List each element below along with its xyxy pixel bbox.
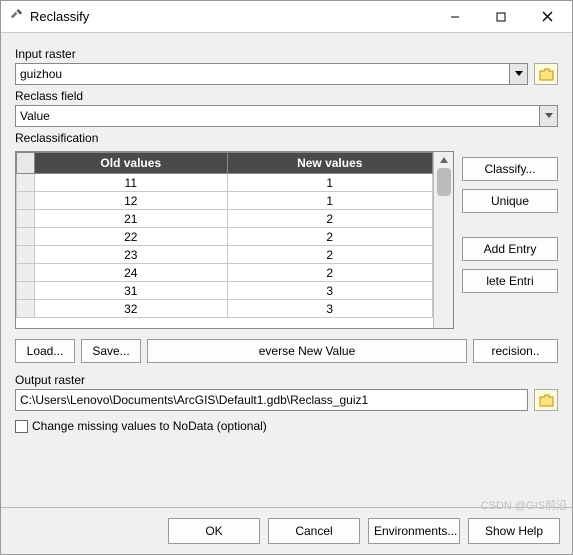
ok-button[interactable]: OK: [168, 518, 260, 544]
table-row[interactable]: 313: [17, 282, 433, 300]
cell-old-value[interactable]: 24: [35, 264, 228, 282]
cell-old-value[interactable]: 11: [35, 174, 228, 192]
row-header: [17, 282, 35, 300]
table-row[interactable]: 222: [17, 228, 433, 246]
save-button[interactable]: Save...: [81, 339, 141, 363]
dialog-footer: OK Cancel Environments... Show Help: [1, 507, 572, 554]
cell-old-value[interactable]: 21: [35, 210, 228, 228]
output-raster-browse-button[interactable]: [534, 389, 558, 411]
precision-button[interactable]: recision..: [473, 339, 558, 363]
reclass-field-dropdown[interactable]: [539, 106, 557, 126]
table-row[interactable]: 323: [17, 300, 433, 318]
maximize-button[interactable]: [478, 2, 524, 32]
scroll-thumb[interactable]: [437, 168, 451, 196]
cell-new-value[interactable]: 3: [227, 300, 432, 318]
delete-entries-button[interactable]: lete Entri: [462, 269, 558, 293]
close-button[interactable]: [524, 2, 570, 32]
table-row[interactable]: 111: [17, 174, 433, 192]
row-header: [17, 228, 35, 246]
reverse-new-values-button[interactable]: everse New Value: [147, 339, 467, 363]
table-corner: [17, 153, 35, 174]
cell-new-value[interactable]: 1: [227, 174, 432, 192]
cell-old-value[interactable]: 22: [35, 228, 228, 246]
change-missing-checkbox[interactable]: [15, 420, 28, 433]
row-header: [17, 192, 35, 210]
cancel-button[interactable]: Cancel: [268, 518, 360, 544]
table-row[interactable]: 242: [17, 264, 433, 282]
change-missing-label: Change missing values to NoData (optiona…: [32, 419, 267, 433]
cell-old-value[interactable]: 12: [35, 192, 228, 210]
table-row[interactable]: 232: [17, 246, 433, 264]
classify-button[interactable]: Classify...: [462, 157, 558, 181]
table-scrollbar[interactable]: [433, 152, 453, 328]
reclassification-label: Reclassification: [15, 131, 558, 145]
cell-old-value[interactable]: 31: [35, 282, 228, 300]
table-row[interactable]: 212: [17, 210, 433, 228]
show-help-button[interactable]: Show Help: [468, 518, 560, 544]
scroll-up-icon[interactable]: [439, 156, 449, 164]
environments-button[interactable]: Environments...: [368, 518, 460, 544]
cell-new-value[interactable]: 3: [227, 282, 432, 300]
input-raster-label: Input raster: [15, 47, 558, 61]
col-new-values[interactable]: New values: [227, 153, 432, 174]
cell-old-value[interactable]: 32: [35, 300, 228, 318]
row-header: [17, 246, 35, 264]
minimize-button[interactable]: [432, 2, 478, 32]
cell-new-value[interactable]: 1: [227, 192, 432, 210]
titlebar: Reclassify: [1, 1, 572, 33]
unique-button[interactable]: Unique: [462, 189, 558, 213]
row-header: [17, 174, 35, 192]
hammer-icon: [9, 8, 24, 26]
cell-new-value[interactable]: 2: [227, 246, 432, 264]
add-entry-button[interactable]: Add Entry: [462, 237, 558, 261]
input-raster-browse-button[interactable]: [534, 63, 558, 85]
reclass-table[interactable]: Old values New values 111121212222232242…: [15, 151, 454, 329]
reclass-field-label: Reclass field: [15, 89, 558, 103]
window-title: Reclassify: [30, 9, 432, 24]
cell-new-value[interactable]: 2: [227, 264, 432, 282]
cell-new-value[interactable]: 2: [227, 210, 432, 228]
col-old-values[interactable]: Old values: [35, 153, 228, 174]
cell-new-value[interactable]: 2: [227, 228, 432, 246]
row-header: [17, 300, 35, 318]
cell-old-value[interactable]: 23: [35, 246, 228, 264]
table-row[interactable]: 121: [17, 192, 433, 210]
row-header: [17, 210, 35, 228]
input-raster-dropdown[interactable]: [509, 64, 527, 84]
output-raster-label: Output raster: [15, 373, 558, 387]
load-button[interactable]: Load...: [15, 339, 75, 363]
output-raster-field[interactable]: [15, 389, 528, 411]
reclass-field-select[interactable]: [15, 105, 558, 127]
input-raster-field[interactable]: [15, 63, 528, 85]
row-header: [17, 264, 35, 282]
